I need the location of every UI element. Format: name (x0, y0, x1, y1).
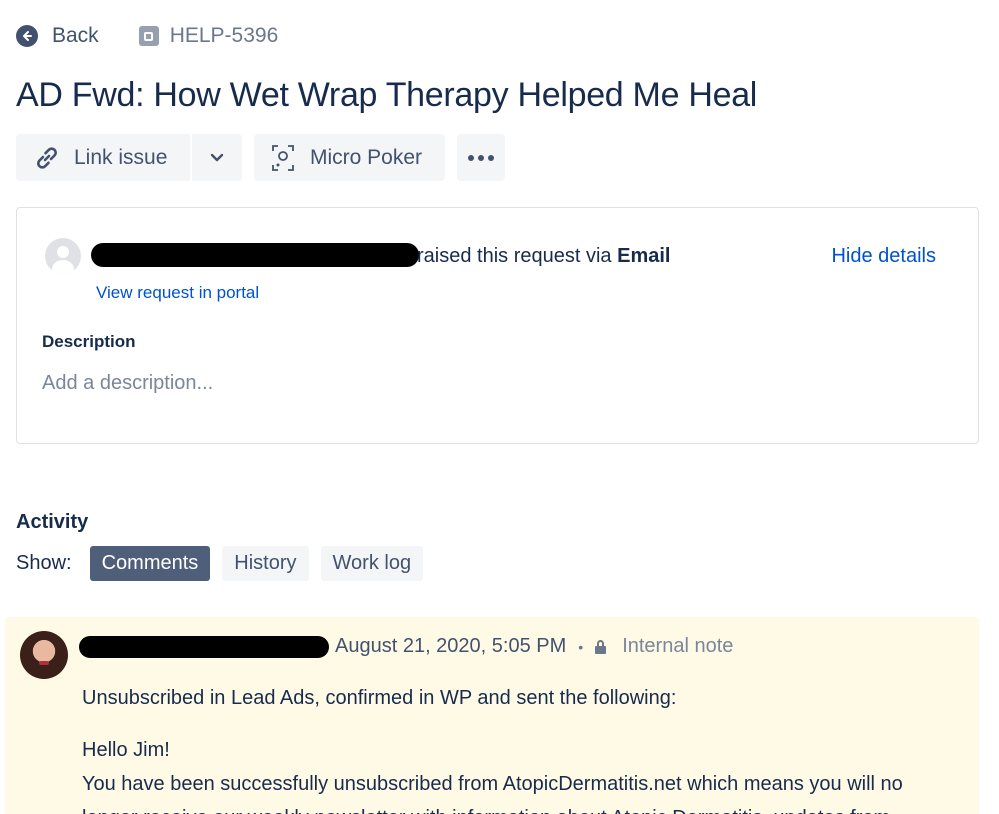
comment-line: longer receive our weekly newsletter wit… (82, 801, 977, 814)
description-label: Description (42, 332, 136, 351)
channel-label: Email (617, 245, 671, 267)
comment-line: Hello Jim! (82, 739, 170, 761)
raised-via-text: raised this request via Email (417, 245, 670, 268)
link-issue-dropdown[interactable] (192, 134, 242, 181)
issue-key-label: HELP-5396 (169, 24, 279, 47)
description-field[interactable]: Add a description... (42, 372, 213, 395)
more-actions-button[interactable] (457, 134, 505, 181)
link-issue-label: Link issue (74, 145, 168, 169)
comment-meta: August 21, 2020, 5:05 PM • Internal note (335, 635, 733, 658)
avatar (20, 631, 68, 679)
comment-line: Unsubscribed in Lead Ads, confirmed in W… (82, 687, 677, 709)
scan-icon (272, 144, 294, 171)
activity-heading: Activity (16, 511, 89, 533)
filter-worklog-button[interactable]: Work log (320, 546, 424, 581)
link-icon (37, 146, 57, 169)
more-icon (468, 154, 494, 161)
separator-dot: • (578, 638, 584, 655)
micro-poker-button[interactable]: Micro Poker (254, 134, 445, 181)
back-label: Back (52, 24, 99, 47)
top-nav: Back HELP-5396 (16, 20, 278, 52)
issue-actions: Link issue Micro Poker (16, 134, 505, 181)
activity-filter-bar: Show: Comments History Work log (16, 546, 435, 581)
request-details-card: raised this request via Email Hide detai… (16, 207, 979, 444)
arrow-left-circle-icon (16, 25, 38, 47)
link-issue-button[interactable]: Link issue (16, 134, 190, 181)
redacted-author-name (79, 636, 329, 658)
issue-type-icon (138, 26, 159, 46)
chevron-down-icon (210, 153, 224, 161)
view-request-portal-link[interactable]: View request in portal (96, 283, 259, 303)
issue-title[interactable]: AD Fwd: How Wet Wrap Therapy Helped Me H… (16, 76, 757, 115)
hide-details-link[interactable]: Hide details (831, 245, 936, 268)
back-button[interactable]: Back (16, 24, 99, 48)
micro-poker-label: Micro Poker (310, 145, 423, 169)
comment-body: Unsubscribed in Lead Ads, confirmed in W… (82, 681, 977, 814)
issue-key-breadcrumb[interactable]: HELP-5396 (138, 24, 279, 48)
avatar-icon (45, 238, 81, 274)
redacted-reporter-name (91, 243, 419, 267)
filter-comments-button[interactable]: Comments (89, 546, 211, 581)
internal-note-comment: August 21, 2020, 5:05 PM • Internal note… (5, 617, 979, 814)
comment-timestamp[interactable]: August 21, 2020, 5:05 PM (335, 635, 566, 658)
raised-label: raised this request via (417, 245, 618, 267)
visibility-label: Internal note (622, 635, 734, 657)
comment-line: You have been successfully unsubscribed … (82, 773, 903, 795)
show-label: Show: (16, 552, 72, 574)
lock-icon (595, 639, 607, 654)
filter-history-button[interactable]: History (222, 546, 309, 581)
